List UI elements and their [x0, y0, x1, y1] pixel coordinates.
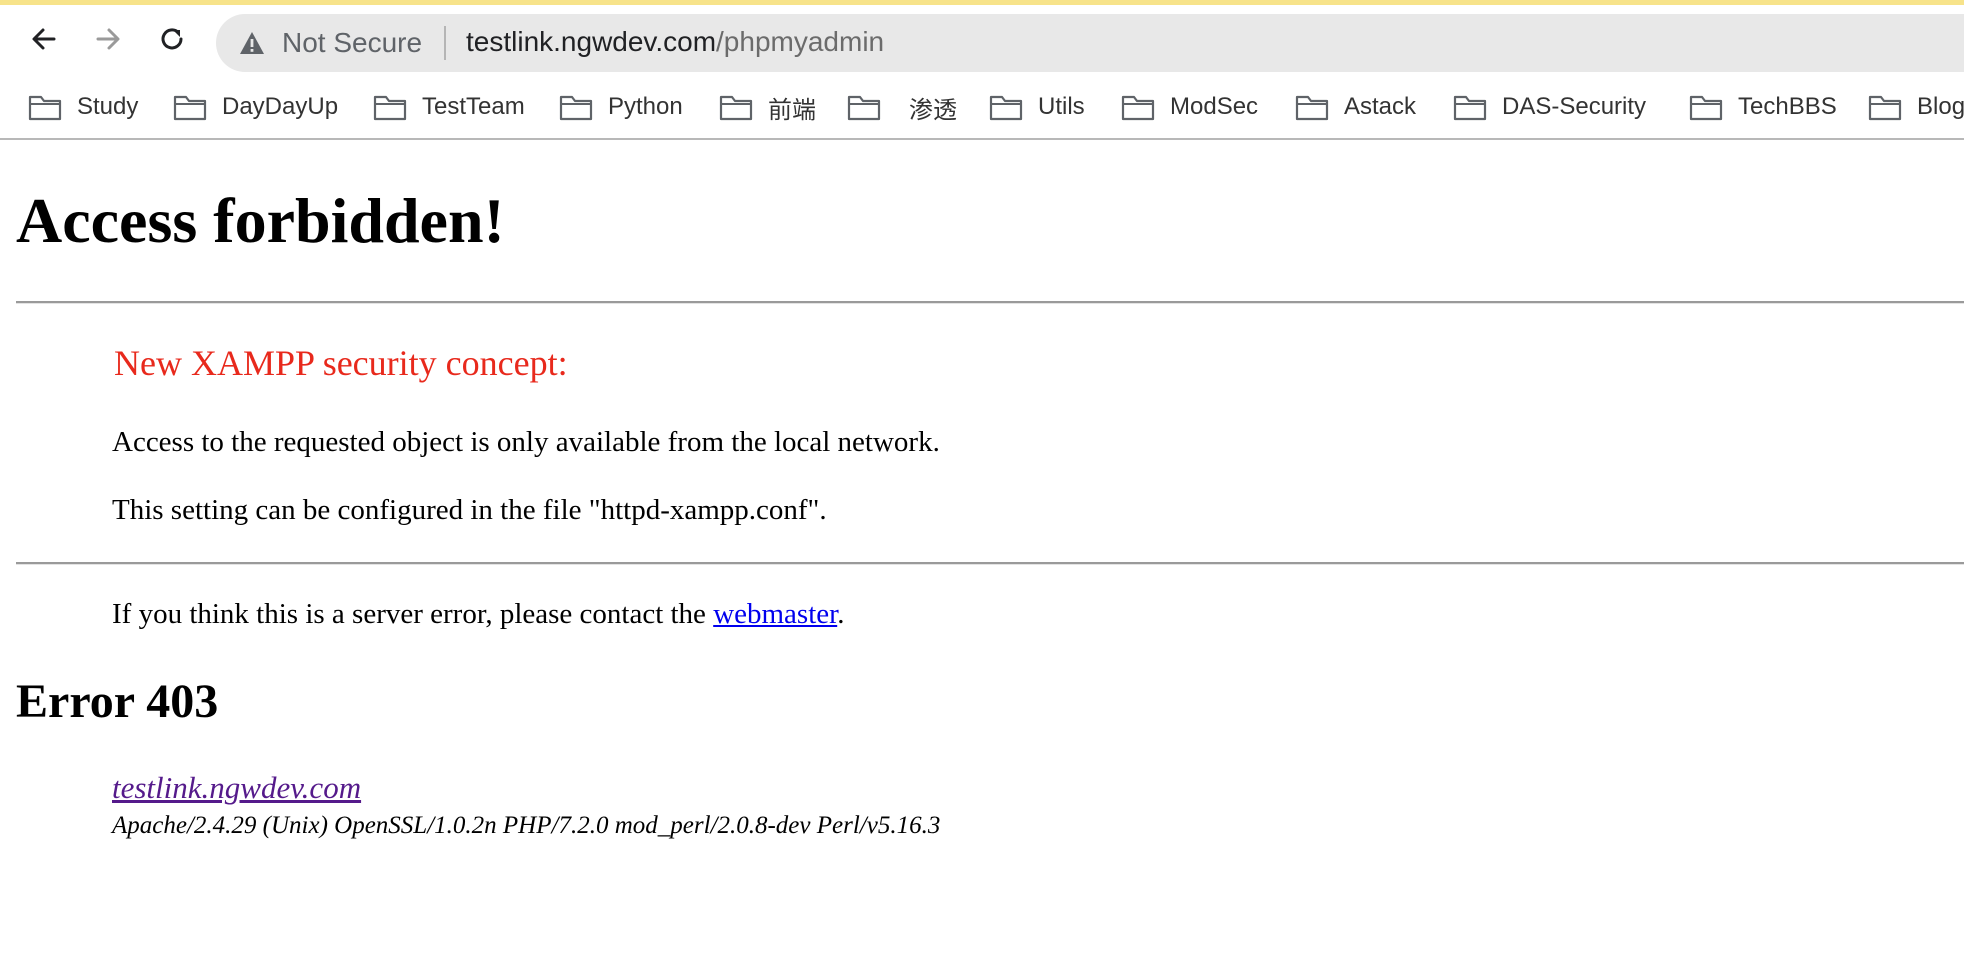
bookmark-label: Astack [1344, 93, 1417, 120]
divider-bottom [16, 562, 1964, 565]
bookmark-label: ModSec [1170, 93, 1259, 120]
contact-prefix: If you think this is a server error, ple… [112, 598, 714, 630]
bookmark-folder-das-security[interactable]: DAS-Security [1453, 89, 1646, 125]
forward-button[interactable] [88, 19, 128, 59]
security-concept-heading: New XAMPP security concept: [114, 343, 568, 383]
address-bar[interactable]: Not Secure testlink.ngwdev.com/phpmyadmi… [216, 14, 1964, 72]
reload-button[interactable] [152, 19, 192, 59]
folder-icon [1689, 95, 1723, 121]
bookmark-label: Study [77, 93, 139, 120]
bookmark-folder-modsec[interactable]: ModSec [1121, 89, 1258, 125]
bookmark-folder-frontend[interactable]: 前端 [719, 89, 816, 125]
config-message: This setting can be configured in the fi… [112, 494, 827, 526]
bookmark-folder-techbbs[interactable]: TechBBS [1689, 89, 1837, 125]
security-status-label[interactable]: Not Secure [282, 27, 422, 59]
server-address-link[interactable]: testlink.ngwdev.com [112, 770, 361, 806]
back-button[interactable] [24, 19, 64, 59]
folder-icon [719, 95, 753, 121]
warning-triangle-icon [240, 32, 264, 54]
folder-icon [28, 95, 62, 121]
bookmark-folder-astack[interactable]: Astack [1295, 89, 1416, 125]
bookmark-label: Utils [1038, 93, 1085, 120]
bookmark-label: DayDayUp [222, 93, 339, 120]
arrow-left-icon [32, 28, 56, 50]
reload-icon [161, 28, 183, 50]
arrow-right-icon [96, 28, 120, 50]
bookmark-folder-python[interactable]: Python [559, 89, 683, 125]
server-signature: Apache/2.4.29 (Unix) OpenSSL/1.0.2n PHP/… [112, 812, 941, 839]
bookmark-folder-daydayup[interactable]: DayDayUp [173, 89, 338, 125]
bookmark-folder-pentest[interactable]: 渗透 [847, 89, 957, 125]
contact-message: If you think this is a server error, ple… [112, 598, 844, 631]
folder-icon [1121, 95, 1155, 121]
url-path: /phpmyadmin [716, 26, 885, 57]
bookmark-folder-study[interactable]: Study [28, 89, 138, 125]
error-code-heading: Error 403 [16, 675, 219, 728]
bookmark-label: TechBBS [1738, 93, 1837, 120]
folder-icon [1453, 95, 1487, 121]
bookmark-label: 渗透 [909, 96, 957, 124]
bookmark-label: Blog [1917, 93, 1964, 120]
contact-suffix: . [837, 598, 845, 630]
address-bar-divider [444, 26, 446, 60]
access-message: Access to the requested object is only a… [112, 426, 940, 458]
bookmark-label: 前端 [768, 96, 816, 124]
folder-icon [559, 95, 593, 121]
folder-icon [989, 95, 1023, 121]
bookmark-label: Python [608, 93, 683, 120]
browser-toolbar: Not Secure testlink.ngwdev.com/phpmyadmi… [0, 5, 1964, 75]
url-host: testlink.ngwdev.com [466, 26, 717, 57]
folder-icon [173, 95, 207, 121]
webmaster-link[interactable]: webmaster [713, 598, 837, 630]
bookmark-folder-utils[interactable]: Utils [989, 89, 1085, 125]
divider-top [16, 301, 1964, 304]
folder-icon [373, 95, 407, 121]
bookmarks-bar: Study DayDayUp TestTeam Python 前端 渗透 Uti… [0, 75, 1964, 140]
bookmark-folder-blog[interactable]: Blog [1868, 89, 1964, 125]
folder-icon [1295, 95, 1329, 121]
url-text[interactable]: testlink.ngwdev.com/phpmyadmin [466, 26, 884, 58]
bookmark-folder-testteam[interactable]: TestTeam [373, 89, 525, 125]
bookmark-label: TestTeam [422, 93, 525, 120]
page-title: Access forbidden! [16, 185, 505, 256]
folder-icon [1868, 95, 1902, 121]
bookmark-label: DAS-Security [1502, 93, 1647, 120]
folder-icon [847, 95, 881, 121]
